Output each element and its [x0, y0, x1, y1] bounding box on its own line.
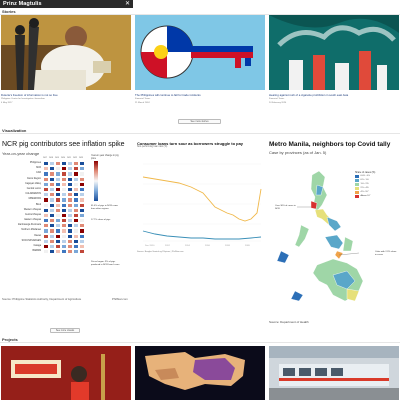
- story-publisher: Financial Times: [135, 98, 151, 101]
- see-more-visuals-button[interactable]: See more visuals: [50, 328, 80, 333]
- story-date: 24 February 2024: [269, 102, 287, 105]
- svg-text:2012: 2012: [165, 245, 171, 247]
- viz-card-consumer-loans[interactable]: Consumer loans turn sour as borrowers st…: [135, 139, 265, 264]
- line-series: [142, 230, 262, 240]
- viz-source: Source: Bangko Sentral ng Pilipinas | Ph…: [137, 251, 184, 253]
- annotation: 61.4% of pigs in NCR came from other reg…: [91, 205, 118, 210]
- annotation: Prices began: 9% of pigs produced in NCR…: [91, 261, 120, 266]
- story-publisher: Financial Times: [269, 98, 285, 101]
- annotation: 17.7% share of pigs: [91, 219, 111, 221]
- story-title[interactable]: Hearing against rush of a cigarette proh…: [269, 93, 399, 97]
- line-chart: Dec 2010 2012 2014 2016 2018 2020: [142, 163, 262, 247]
- legend-item: 1.0 - 2.5: [355, 183, 369, 186]
- heatmap-row-labels: Philippines NCR CAR Ilocos Region Cagayan Va…: [2, 161, 42, 254]
- viz-source: Source: Philippine Statistics Authority,…: [2, 297, 82, 301]
- story-title[interactable]: Duterte's freedom of information is not …: [1, 93, 131, 97]
- legend-item: 4.5 - 9.7: [355, 191, 369, 194]
- viz-card-pig-inflation[interactable]: NCR pig contributors see inflation spike…: [0, 139, 133, 304]
- legend-label: 0.01 - 0.5: [360, 175, 370, 178]
- color-scale-legend: [94, 161, 98, 201]
- legend-title: Year-on-year change in pig price: [91, 155, 119, 160]
- viz-title: Metro Manila, neighbors top Covid tally: [269, 141, 391, 148]
- story-date: 4 May 2017: [1, 102, 13, 105]
- viz-source: Source: Department of Health: [269, 320, 309, 324]
- svg-text:2014: 2014: [185, 245, 191, 247]
- legend-swatch: [355, 183, 359, 186]
- app-header-bar: Prinz Magtulis ✕: [0, 0, 133, 8]
- legend-item: 0.01 - 0.5: [355, 175, 370, 178]
- heatmap-cell: [79, 249, 85, 255]
- svg-text:2020: 2020: [245, 245, 251, 247]
- story-card-1[interactable]: Duterte's freedom of information is not …: [1, 15, 131, 113]
- legend-swatch: [355, 195, 359, 198]
- divider: [0, 133, 400, 134]
- project-card-3[interactable]: [269, 346, 399, 400]
- site-title[interactable]: Prinz Magtulis: [3, 1, 42, 7]
- project-card-2[interactable]: [135, 346, 265, 400]
- legend-item: 0.5 - 1.0: [355, 179, 369, 182]
- story-publisher: Philippine Center for Investigative Jour…: [1, 98, 45, 101]
- story-photo-duterte[interactable]: [1, 15, 131, 90]
- legend-label: 1.0 - 2.5: [360, 183, 369, 186]
- story-illustration-flag-key[interactable]: [135, 15, 265, 90]
- legend-label: 4.5 - 9.7: [360, 191, 369, 194]
- story-card-3[interactable]: Hearing against rush of a cigarette proh…: [269, 15, 399, 113]
- viz-title: NCR pig contributors see inflation spike: [2, 141, 125, 148]
- svg-text:2018: 2018: [225, 245, 231, 247]
- viz-subtitle: Year-on-year change: [2, 151, 40, 156]
- viz-credit: PhilStar.com: [112, 297, 128, 301]
- divider: [0, 342, 400, 343]
- story-card-2[interactable]: The Philippines will continue to fall fo…: [135, 15, 265, 113]
- legend-swatch: [355, 187, 359, 190]
- philippines-map: [276, 170, 364, 302]
- story-illustration-smoke[interactable]: [269, 15, 399, 90]
- legend-swatch: [355, 191, 359, 194]
- close-icon[interactable]: ✕: [125, 1, 130, 7]
- svg-text:2016: 2016: [205, 245, 211, 247]
- legend-swatch: [355, 179, 359, 182]
- story-date: 21 March 2024: [135, 102, 150, 105]
- heatmap-year-labels: 2017 2018 2019 2020 2021 2022 2023: [43, 157, 85, 159]
- project-card-1[interactable]: [1, 346, 131, 400]
- heatmap-row-label: BARMM: [32, 250, 41, 253]
- legend-label: 0.5 - 1.0: [360, 179, 369, 182]
- viz-subtitle: Non-performing loan ratio (%): [137, 146, 168, 148]
- legend-swatch: [355, 175, 359, 178]
- legend-item: 2.5 - 4.5: [355, 187, 369, 190]
- line-series: [142, 176, 262, 222]
- see-more-stories-button[interactable]: See more stories: [178, 119, 221, 124]
- legend-label: Above 9.7: [360, 195, 371, 198]
- annotation: Over 30% of cases in NCR: [275, 205, 296, 210]
- legend-item: Above 9.7: [355, 195, 370, 198]
- legend-label: 2.5 - 4.5: [360, 187, 369, 190]
- story-title[interactable]: The Philippines will continue to fall fo…: [135, 93, 265, 97]
- svg-text:Dec 2010: Dec 2010: [145, 245, 155, 247]
- heatmap-year-label: 2023: [79, 157, 83, 159]
- viz-card-covid-map[interactable]: Metro Manila, neighbors top Covid tally …: [267, 139, 400, 329]
- legend-title: Share of cases (%): [355, 171, 376, 174]
- heatmap-grid: [43, 161, 85, 255]
- annotation: Cebu with 2.3% share in cases: [375, 251, 397, 256]
